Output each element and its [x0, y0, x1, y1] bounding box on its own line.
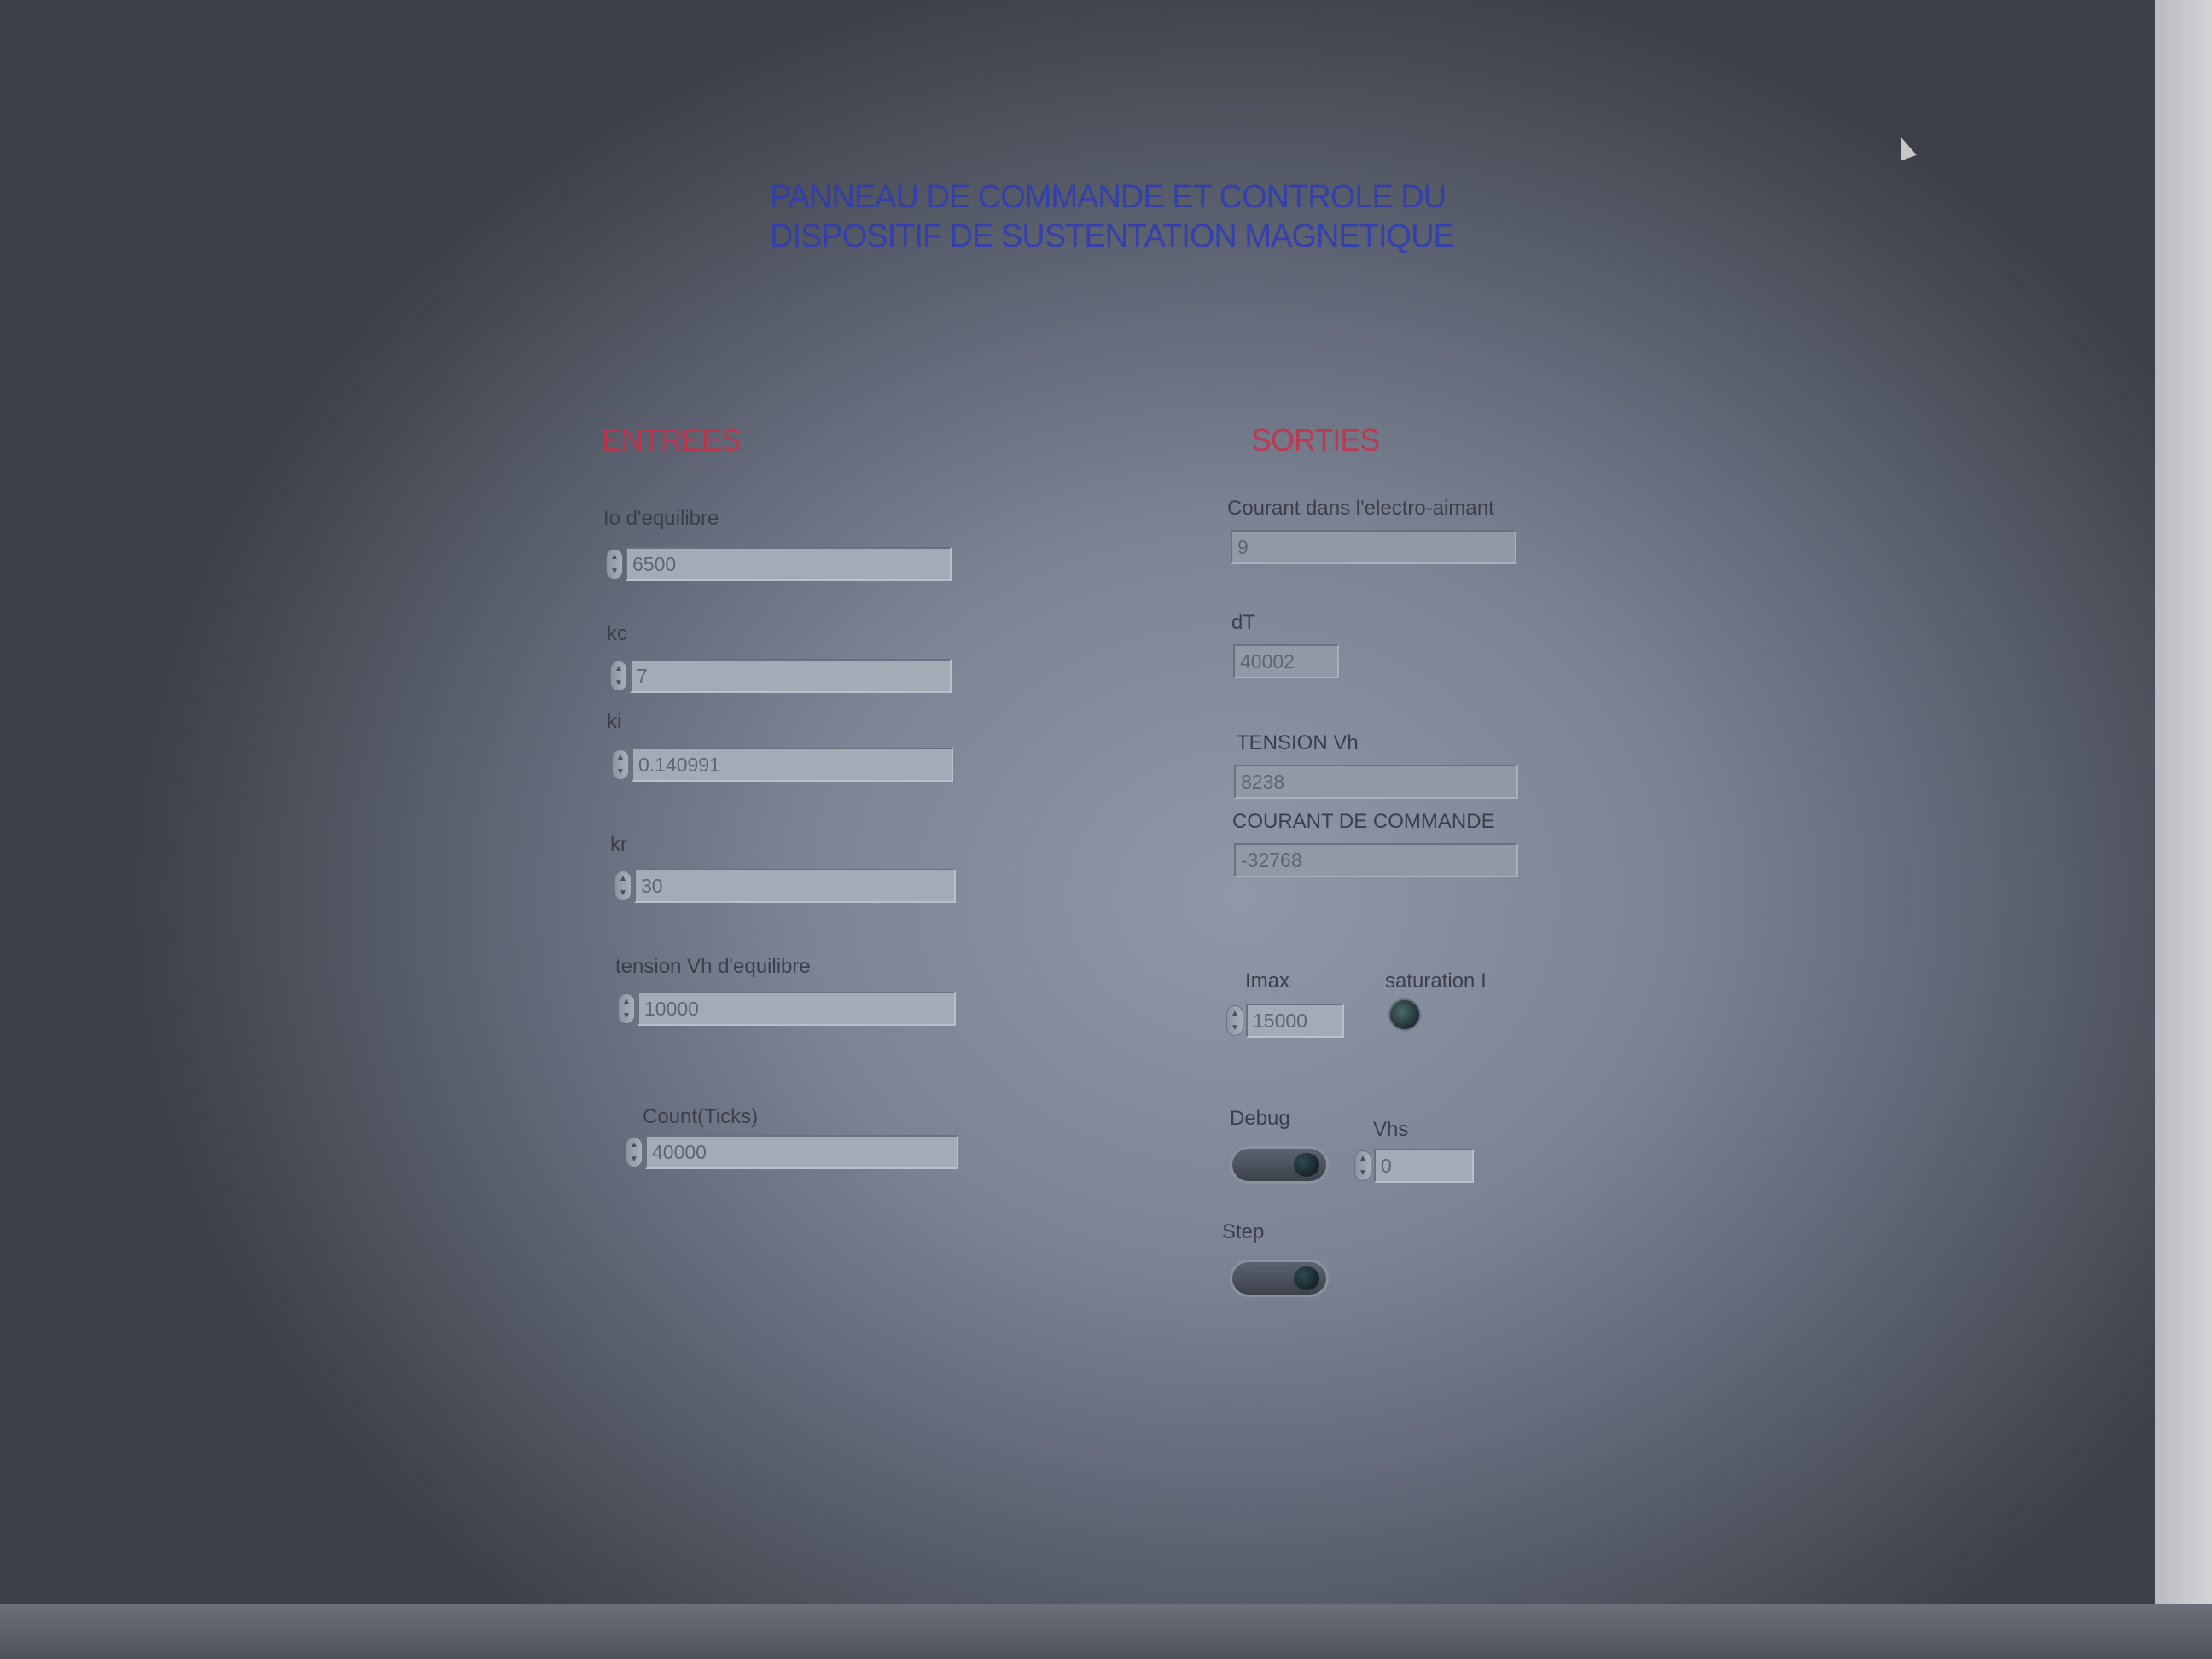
- imax-input[interactable]: 15000: [1246, 1004, 1344, 1038]
- vh-eq-control: ▲ ▼ 10000: [618, 992, 956, 1026]
- kc-spinner[interactable]: ▲ ▼: [610, 661, 627, 691]
- kc-input[interactable]: 7: [630, 659, 952, 693]
- mouse-cursor-icon: [1893, 134, 1917, 161]
- step-toggle-knob-icon: [1294, 1266, 1319, 1290]
- vh-eq-label: tension Vh d'equilibre: [615, 955, 811, 978]
- count-spinner[interactable]: ▲ ▼: [626, 1137, 643, 1167]
- kr-spinner[interactable]: ▲ ▼: [614, 870, 632, 901]
- vhs-label: Vhs: [1373, 1118, 1409, 1141]
- vh-eq-input[interactable]: 10000: [637, 992, 956, 1026]
- vhs-input[interactable]: 0: [1374, 1149, 1474, 1183]
- outputs-section-label: SORTIES: [1251, 422, 1380, 457]
- front-panel: PANNEAU DE COMMANDE ET CONTROLE DU DISPO…: [0, 0, 2212, 1659]
- kr-label: kr: [610, 833, 627, 856]
- inputs-section-label: ENTREES: [602, 422, 742, 457]
- count-input[interactable]: 40000: [645, 1135, 958, 1169]
- dt-indicator: 40002: [1233, 644, 1339, 678]
- kr-input[interactable]: 30: [634, 869, 956, 903]
- imax-control: ▲ ▼ 15000: [1226, 1004, 1344, 1038]
- ki-control: ▲ ▼ 0.140991: [612, 748, 953, 782]
- monitor-bezel-bottom: [0, 1604, 2212, 1659]
- step-label: Step: [1222, 1220, 1265, 1243]
- imax-label: Imax: [1245, 969, 1290, 992]
- vhs-spinner[interactable]: ▲ ▼: [1354, 1150, 1371, 1181]
- panel-title-line1: PANNEAU DE COMMANDE ET CONTROLE DU: [770, 179, 1447, 215]
- saturation-led-icon: [1388, 998, 1421, 1031]
- io-spinner[interactable]: ▲ ▼: [606, 549, 623, 579]
- saturation-label: saturation I: [1385, 969, 1487, 992]
- debug-toggle[interactable]: [1230, 1146, 1329, 1184]
- ki-label: ki: [607, 710, 622, 733]
- monitor-bezel-right: [2155, 0, 2212, 1659]
- ki-spinner[interactable]: ▲ ▼: [612, 749, 629, 780]
- commande-indicator: -32768: [1234, 843, 1518, 877]
- kr-control: ▲ ▼ 30: [614, 869, 956, 903]
- vhs-control: ▲ ▼ 0: [1354, 1149, 1474, 1183]
- debug-toggle-knob-icon: [1294, 1153, 1319, 1177]
- debug-label: Debug: [1230, 1107, 1290, 1130]
- io-label: Io d'equilibre: [603, 507, 719, 530]
- panel-title-line2: DISPOSITIF DE SUSTENTATION MAGNETIQUE: [770, 218, 1455, 254]
- count-label: Count(Ticks): [643, 1105, 759, 1128]
- courant-label: Courant dans l'electro-aimant: [1227, 497, 1494, 520]
- kc-control: ▲ ▼ 7: [610, 659, 952, 693]
- commande-label: COURANT DE COMMANDE: [1232, 810, 1495, 833]
- dt-label: dT: [1231, 611, 1256, 634]
- tension-label: TENSION Vh: [1237, 731, 1359, 754]
- kc-label: kc: [607, 622, 627, 645]
- count-control: ▲ ▼ 40000: [626, 1135, 958, 1169]
- tension-indicator: 8238: [1234, 765, 1518, 799]
- panel-title: PANNEAU DE COMMANDE ET CONTROLE DU DISPO…: [768, 178, 1536, 256]
- io-input[interactable]: 6500: [626, 547, 952, 581]
- ki-input[interactable]: 0.140991: [632, 748, 953, 782]
- vh-eq-spinner[interactable]: ▲ ▼: [618, 993, 635, 1024]
- io-control: ▲ ▼ 6500: [606, 547, 952, 581]
- imax-spinner[interactable]: ▲ ▼: [1226, 1005, 1243, 1036]
- step-toggle[interactable]: [1230, 1260, 1329, 1297]
- courant-indicator: 9: [1231, 530, 1516, 564]
